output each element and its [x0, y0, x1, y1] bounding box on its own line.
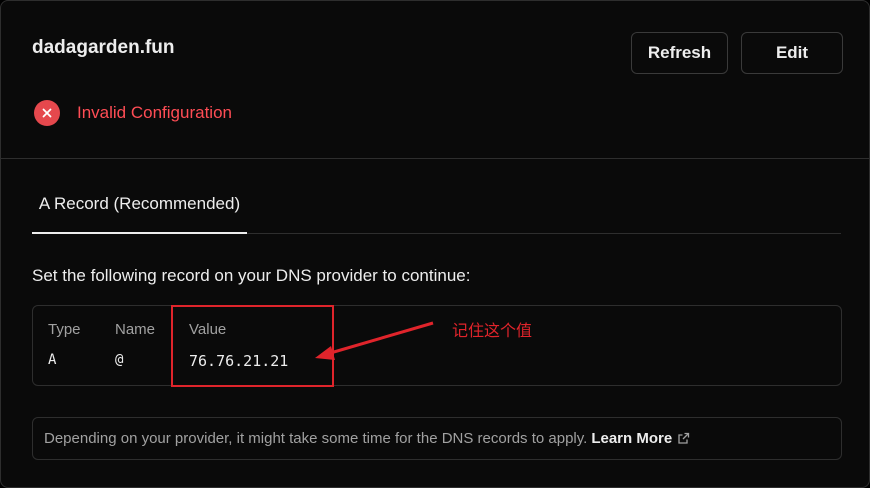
- annotation-text: 记住这个值: [452, 321, 533, 340]
- annotation-arrow-icon: [315, 321, 434, 360]
- propagation-note: Depending on your provider, it might tak…: [32, 417, 842, 460]
- external-link-icon: [677, 432, 690, 445]
- learn-more-link[interactable]: Learn More: [591, 430, 690, 447]
- learn-more-label: Learn More: [591, 430, 673, 447]
- note-text: Depending on your provider, it might tak…: [44, 430, 588, 447]
- domain-config-card: dadagarden.fun Refresh Edit Invalid Conf…: [0, 0, 870, 488]
